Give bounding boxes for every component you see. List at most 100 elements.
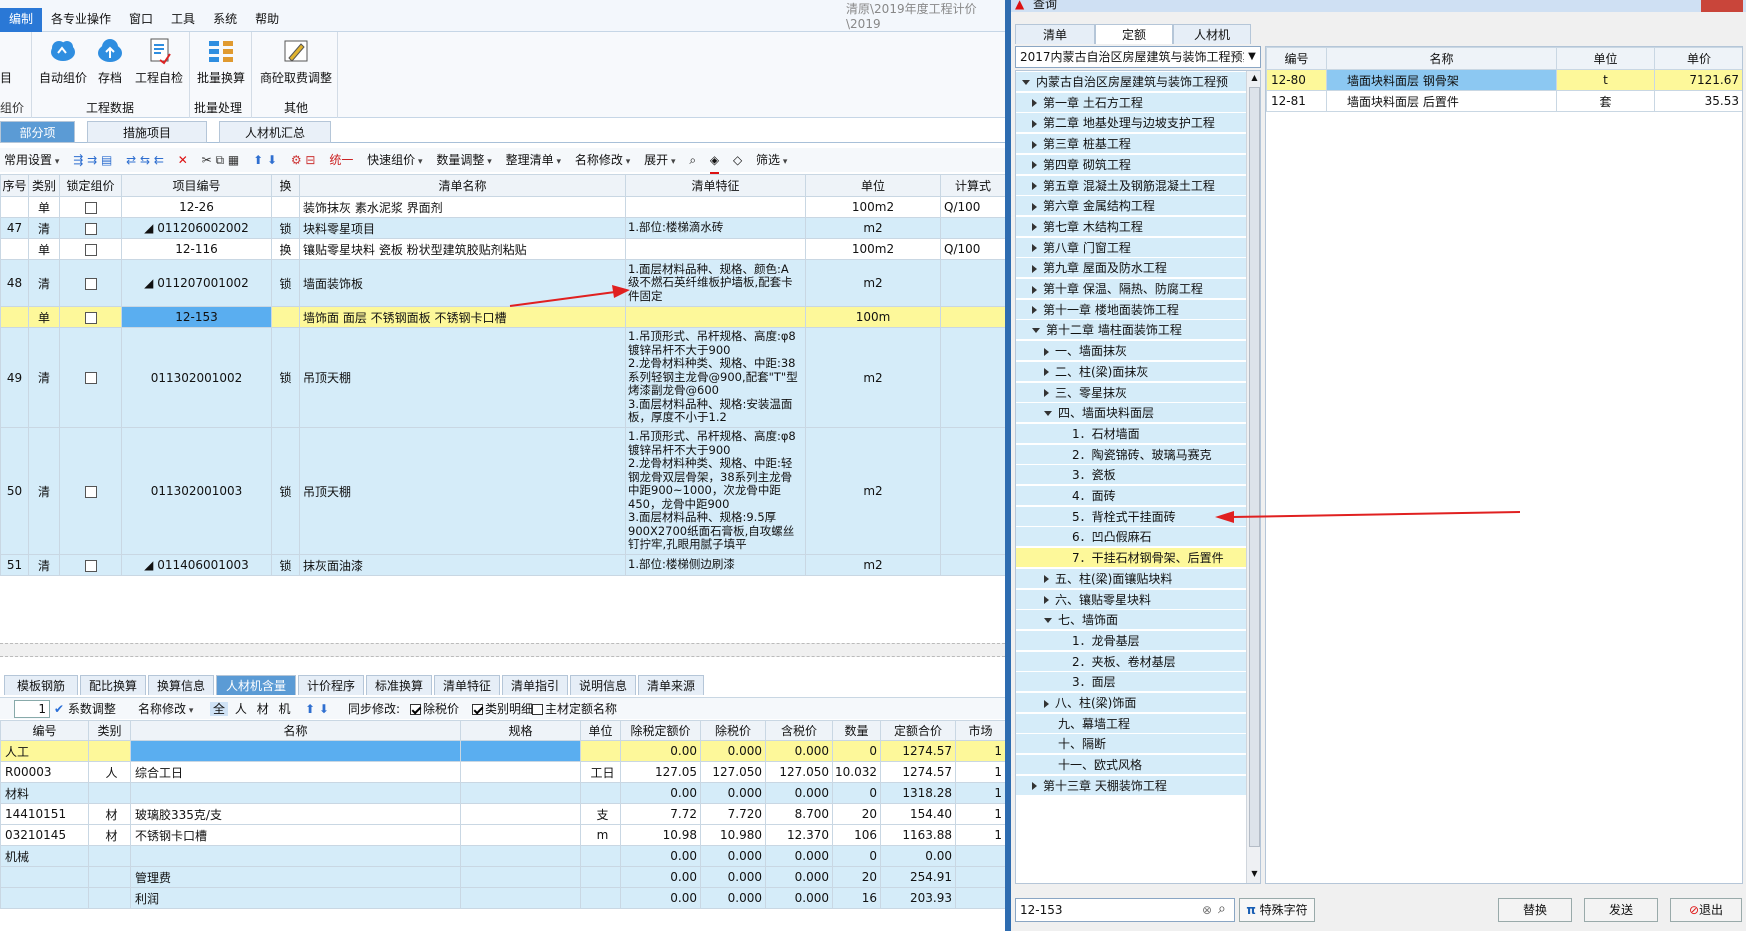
rcj-row[interactable]: 利润 0.00 0.000 0.000 16 203.93 [0,887,1005,909]
filter-all[interactable]: 全 [210,702,229,716]
collapsed-arrow-icon[interactable] [1032,285,1037,294]
result-row[interactable]: 12-81 墙面块料面层 后置件套 35.53 [1266,90,1742,112]
menu-item[interactable]: 窗口 [120,8,162,32]
lock-price-checkbox[interactable] [84,372,97,384]
tree-node[interactable]: 第九章 屋面及防水工程 [1016,258,1246,279]
collapsed-arrow-icon[interactable] [1032,264,1037,273]
tree-node[interactable]: 五、柱(梁)面镶贴块料 [1016,568,1246,589]
expanded-arrow-icon[interactable] [1032,328,1040,334]
result-row[interactable]: 12-80 墙面块料面层 钢骨架 t 7121.67 [1266,69,1742,91]
sync-tax-check[interactable]: 除税价 [408,698,459,720]
result-header[interactable]: 名称 [1326,47,1557,70]
tree-node[interactable]: 3．瓷板 [1016,465,1246,486]
organize-list-button[interactable]: 整理清单 [506,148,561,174]
grid-header[interactable]: 单位 [805,174,941,197]
menu-item[interactable]: 帮助 [246,8,288,32]
tree-node[interactable]: 十一、欧式风格 [1016,755,1246,776]
detail-rename-button[interactable]: 名称修改 [138,698,193,722]
rcj-row[interactable]: 管理费 0.00 0.000 0.000 20 254.91 [0,866,1005,888]
expanded-arrow-icon[interactable] [1044,618,1052,624]
query-tab[interactable]: 人材机 [1173,24,1251,44]
tree-node[interactable]: 第十三章 天棚装饰工程 [1016,775,1246,796]
grid-row[interactable]: 48 清 ◢ 011207001002 锁墙面装饰板 1.面层材料品种、规格、颜色:A … [0,259,1005,307]
tree-node[interactable]: 十、隔断 [1016,734,1246,755]
collapsed-arrow-icon[interactable] [1044,347,1049,356]
close-button[interactable] [1701,0,1743,12]
unify-button[interactable]: 统一 [329,148,353,172]
lock-price-checkbox[interactable] [84,311,97,324]
filter-machine[interactable]: 机 [276,702,294,716]
grid-header[interactable]: 序号 [0,174,29,197]
batch-convert-button[interactable]: 批量换算 [194,36,248,86]
tree-node[interactable]: 一、墙面抹灰 [1016,341,1246,362]
rcj-header[interactable]: 名称 [130,720,461,741]
tree-node[interactable]: 3．面层 [1016,672,1246,693]
send-button[interactable]: 发送 [1584,898,1658,922]
coef-adjust-check[interactable]: ✔ 系数调整 [54,698,116,720]
detail-tab[interactable]: 配比换算 [80,675,146,695]
qty-adjust-button[interactable]: 数量调整 [436,148,491,174]
grid-row[interactable]: 47 清 ◢ 011206002002 锁块料零星项目 1.部位:楼梯滴水砖 m2 [0,217,1005,239]
detail-tab[interactable]: 说明信息 [570,675,636,695]
lock-price-checkbox[interactable] [84,222,97,235]
common-settings-button[interactable]: 常用设置 [4,148,59,174]
lock-price-checkbox[interactable] [84,201,97,214]
detail-tab[interactable]: 模板钢筋 [4,675,78,695]
lock-price-checkbox[interactable] [84,277,97,290]
library-select[interactable]: 2017内蒙古自治区房屋建筑与装饰工程预算定额 ▼ [1015,46,1261,68]
result-header[interactable]: 单位 [1556,47,1655,70]
tree-node[interactable]: 第二章 地基处理与边坡支护工程 [1016,113,1246,134]
collapsed-arrow-icon[interactable] [1032,244,1037,253]
collapsed-arrow-icon[interactable] [1044,368,1049,377]
tree-node[interactable]: 2．陶瓷锦砖、玻璃马赛克 [1016,444,1246,465]
quick-price-button[interactable]: 快速组价 [367,148,422,174]
query-tab[interactable]: 定额 [1095,24,1173,44]
rcj-row[interactable]: 03210145 材不锈钢卡口槽 m 10.98 10.980 12.370 106 1163… [0,824,1005,846]
tree-node[interactable]: 1．石材墙面 [1016,423,1246,444]
expanded-arrow-icon[interactable] [1022,80,1030,85]
detail-tab[interactable]: 人材机含量 [216,675,296,695]
main-tab[interactable]: 人材机汇总 [219,121,331,143]
tree-node[interactable]: 第五章 混凝土及钢筋混凝土工程 [1016,175,1246,196]
rcj-header[interactable]: 编号 [0,720,89,741]
detail-tab[interactable]: 标准换算 [366,675,432,695]
grid-header[interactable]: 锁定组价 [59,174,122,197]
tree-node[interactable]: 内蒙古自治区房屋建筑与装饰工程预 [1016,72,1246,92]
detail-tab[interactable]: 清单来源 [638,675,704,695]
rcj-row[interactable]: R00003 人综合工日 工日 127.05 127.050 127.050 10.032 1… [0,761,1005,783]
sync-main-material-check[interactable]: 主材定额名称 [530,698,617,720]
rcj-header[interactable]: 单位 [580,720,621,741]
rcj-row[interactable]: 材料 0.00 0.000 0.000 0 1318.28 1 [0,782,1005,804]
fill-color-icon[interactable]: ◈ [709,148,720,175]
grid-row[interactable]: 单 12-26 装饰抹灰 素水泥浆 界面剂 100m2 Q/100 [0,196,1005,218]
expanded-arrow-icon[interactable] [1044,411,1052,417]
menu-item[interactable]: 各专业操作 [42,8,120,32]
collapsed-arrow-icon[interactable] [1032,140,1037,149]
rcj-header[interactable]: 数量 [832,720,881,741]
archive-button[interactable]: 存档 [92,36,128,86]
menu-item[interactable]: 系统 [204,8,246,32]
search-icon[interactable]: ⌕ [1218,898,1226,920]
rcj-header[interactable]: 含税价 [765,720,833,741]
rcj-row[interactable]: 人工 0.00 0.000 0.000 0 1274.57 1 [0,740,1005,762]
collapsed-arrow-icon[interactable] [1032,161,1037,170]
clear-icon[interactable]: ⊗ [1202,899,1212,921]
tree-scrollbar[interactable]: ▲ ▼ [1246,71,1260,883]
collapsed-arrow-icon[interactable] [1032,119,1037,128]
tree-node[interactable]: 四、墙面块料面层 [1016,403,1246,424]
tree-node[interactable]: 第六章 金属结构工程 [1016,196,1246,217]
rcj-header[interactable]: 类别 [88,720,131,741]
rcj-header[interactable]: 规格 [460,720,581,741]
main-tab[interactable]: 部分项 [0,121,75,143]
expand-button[interactable]: 展开 [644,148,675,174]
collapsed-arrow-icon[interactable] [1044,596,1049,604]
menu-item[interactable]: 工具 [162,8,204,32]
result-header[interactable]: 单价 [1654,47,1742,70]
rcj-row[interactable]: 机械 0.00 0.000 0.000 0 0.00 [0,845,1005,867]
lock-price-checkbox[interactable] [84,485,97,498]
grid-header[interactable]: 清单名称 [299,174,626,197]
tree-node[interactable]: 第十章 保温、隔热、防腐工程 [1016,279,1246,299]
lock-price-checkbox[interactable] [84,559,97,572]
tree-node[interactable]: 八、柱(梁)饰面 [1016,693,1246,713]
collapsed-arrow-icon[interactable] [1032,202,1037,211]
